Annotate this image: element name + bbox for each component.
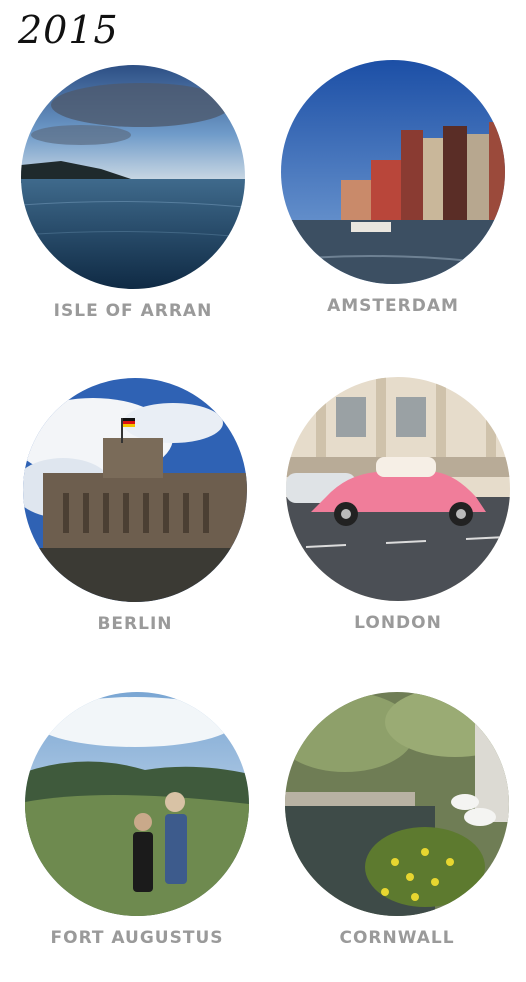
photo-amsterdam[interactable] [281,60,505,284]
place-card-fort-augustus[interactable]: FORT AUGUSTUS [22,692,252,948]
photo-cornwall[interactable] [285,692,509,916]
place-label: ISLE OF ARRAN [53,301,213,321]
photo-isle-of-arran[interactable] [21,65,245,289]
year-heading: 2015 [18,8,119,52]
place-card-amsterdam[interactable]: AMSTERDAM [278,60,508,316]
place-card-cornwall[interactable]: CORNWALL [282,692,512,948]
photo-fort-augustus[interactable] [25,692,249,916]
place-card-isle-of-arran[interactable]: ISLE OF ARRAN [18,65,248,321]
place-label: FORT AUGUSTUS [50,928,224,948]
place-label: CORNWALL [339,928,455,948]
place-card-london[interactable]: LONDON [283,377,513,633]
place-label: LONDON [354,613,442,633]
photo-london[interactable] [286,377,510,601]
place-label: AMSTERDAM [327,296,459,316]
place-label: BERLIN [97,614,173,634]
place-card-berlin[interactable]: BERLIN [20,378,250,634]
photo-berlin[interactable] [23,378,247,602]
